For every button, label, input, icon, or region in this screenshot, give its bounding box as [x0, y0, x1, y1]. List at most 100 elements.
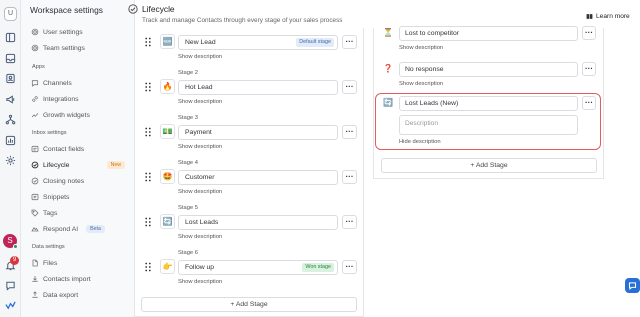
stage-name-input[interactable]: No response [399, 62, 578, 77]
drag-handle-icon[interactable] [145, 172, 151, 182]
workflow-icon[interactable] [5, 114, 16, 125]
hide-description-link[interactable]: Hide description [399, 139, 441, 145]
stage-emoji-button[interactable]: 🔥 [160, 79, 175, 94]
app-root: U S 9 Workspace settings User settings T… [0, 0, 640, 317]
export-icon [32, 291, 38, 298]
stage-number-label: Stage 4 [178, 160, 198, 166]
show-description-link[interactable]: Show description [178, 54, 222, 60]
sidebar-item-user-settings[interactable]: User settings [29, 26, 129, 38]
show-description-link[interactable]: Show description [399, 45, 443, 51]
sidebar-item-team-settings[interactable]: Team settings [29, 42, 129, 54]
stage-more-button[interactable]: ··· [342, 35, 357, 49]
settings-icon[interactable] [5, 155, 16, 166]
sidebar-section-inbox: Inbox settings [32, 130, 67, 136]
sidebar-item-data-export[interactable]: Data export [29, 289, 129, 301]
stage-number-label: Stage 2 [178, 70, 198, 76]
file-icon [32, 259, 38, 267]
stage-name-input[interactable]: Hot Lead [178, 80, 338, 95]
icon-rail: U S 9 [0, 0, 21, 317]
default-stage-badge: Default stage [296, 38, 334, 47]
show-description-link[interactable]: Show description [399, 81, 443, 87]
drag-handle-icon[interactable] [145, 37, 151, 47]
inbox-icon[interactable] [5, 53, 16, 64]
sidebar-item-tags[interactable]: Tags [29, 207, 129, 219]
sidebar-item-closing-notes[interactable]: Closing notes [29, 175, 129, 187]
stage-emoji-button[interactable]: 🔄 [160, 214, 175, 229]
sidebar-item-respond-ai[interactable]: Respond AI Beta [29, 223, 129, 235]
sidebar-item-integrations[interactable]: Integrations [29, 93, 129, 105]
stage-name-value: Payment [185, 129, 212, 136]
sidebar-item-growth-widgets[interactable]: Growth widgets [29, 109, 129, 121]
sidebar-item-contact-fields[interactable]: Contact fields [29, 143, 129, 155]
sidebar-item-label: Contacts import [43, 275, 91, 283]
stage-name-value: Customer [185, 174, 215, 181]
lifecycle-icon [31, 161, 39, 169]
chart-icon [31, 113, 39, 118]
stage-emoji-button[interactable]: 🆕 [160, 34, 175, 49]
stage-name-input[interactable]: Lost Leads (New) [399, 96, 578, 111]
sidebar-item-label: Snippets [43, 193, 70, 201]
show-description-link[interactable]: Show description [178, 189, 222, 195]
workspace-avatar[interactable]: U [4, 7, 17, 21]
stage-emoji-button[interactable]: ❓ [381, 62, 395, 76]
stage-more-button[interactable]: ··· [342, 215, 357, 229]
check-circle-icon [31, 177, 39, 185]
contacts-book-icon[interactable] [5, 73, 16, 84]
stage-name-value: Follow up [185, 264, 215, 271]
stage-more-button[interactable]: ··· [582, 62, 596, 76]
stage-name-value: Hot Lead [185, 84, 213, 91]
sidebar-item-label: Closing notes [43, 177, 85, 185]
stage-emoji-button[interactable]: 👉 [160, 259, 175, 274]
add-lost-stage-button[interactable]: + Add Stage [381, 158, 597, 173]
lifecycle-header-icon [128, 4, 138, 14]
stage-more-button[interactable]: ··· [342, 125, 357, 139]
stage-emoji-button[interactable]: 🔄 [381, 96, 395, 110]
sidebar-item-label: User settings [43, 28, 83, 36]
stage-emoji-button[interactable]: ⏳ [381, 26, 395, 40]
chat-icon [31, 80, 39, 87]
drag-handle-icon[interactable] [145, 217, 151, 227]
drag-handle-icon[interactable] [145, 262, 151, 272]
stage-name-value: No response [405, 66, 444, 73]
learn-more-link[interactable]: Learn more [586, 13, 630, 20]
show-description-link[interactable]: Show description [178, 99, 222, 105]
won-stage-badge: Won stage [302, 263, 334, 272]
stage-number-label: Stage 5 [178, 205, 198, 211]
help-chat-icon[interactable] [5, 280, 16, 291]
stage-more-button[interactable]: ··· [342, 80, 357, 94]
sidebar-title: Workspace settings [30, 5, 103, 15]
stage-name-input[interactable]: New Lead Default stage [178, 35, 338, 50]
stage-more-button[interactable]: ··· [342, 170, 357, 184]
stage-more-button[interactable]: ··· [582, 26, 596, 40]
stage-more-button[interactable]: ··· [582, 96, 596, 110]
drag-handle-icon[interactable] [145, 82, 151, 92]
broadcast-icon[interactable] [5, 94, 16, 105]
sidebar-item-snippets[interactable]: Snippets [29, 191, 129, 203]
show-description-link[interactable]: Show description [178, 234, 222, 240]
stage-more-button[interactable]: ··· [342, 260, 357, 274]
learn-more-label: Learn more [596, 13, 630, 20]
show-description-link[interactable]: Show description [178, 279, 222, 285]
stage-emoji-button[interactable]: 🤩 [160, 169, 175, 184]
stage-name-value: Lost to competitor [405, 30, 460, 37]
new-badge: New [106, 161, 125, 169]
stage-name-input[interactable]: Customer [178, 170, 338, 185]
show-description-link[interactable]: Show description [178, 144, 222, 150]
sidebar-item-channels[interactable]: Channels [29, 77, 129, 89]
drag-handle-icon[interactable] [145, 127, 151, 137]
stage-emoji-button[interactable]: 💵 [160, 124, 175, 139]
stage-name-input[interactable]: Payment [178, 125, 338, 140]
contacts-icon[interactable] [5, 32, 16, 43]
sidebar-item-contacts-import[interactable]: Contacts import [29, 273, 129, 285]
stage-description-input[interactable]: Description [399, 115, 578, 135]
stage-name-input[interactable]: Lost Leads [178, 215, 338, 230]
sidebar-item-lifecycle[interactable]: Lifecycle New [29, 159, 129, 171]
sidebar-item-files[interactable]: Files [29, 257, 129, 269]
stage-name-input[interactable]: Follow up Won stage [178, 260, 338, 275]
support-chat-button[interactable] [625, 278, 640, 293]
reports-icon[interactable] [5, 135, 16, 146]
add-stage-button[interactable]: + Add Stage [141, 297, 357, 312]
stage-name-input[interactable]: Lost to competitor [399, 26, 578, 41]
page-subtitle: Track and manage Contacts through every … [142, 17, 343, 24]
sidebar-item-label: Integrations [43, 95, 79, 103]
